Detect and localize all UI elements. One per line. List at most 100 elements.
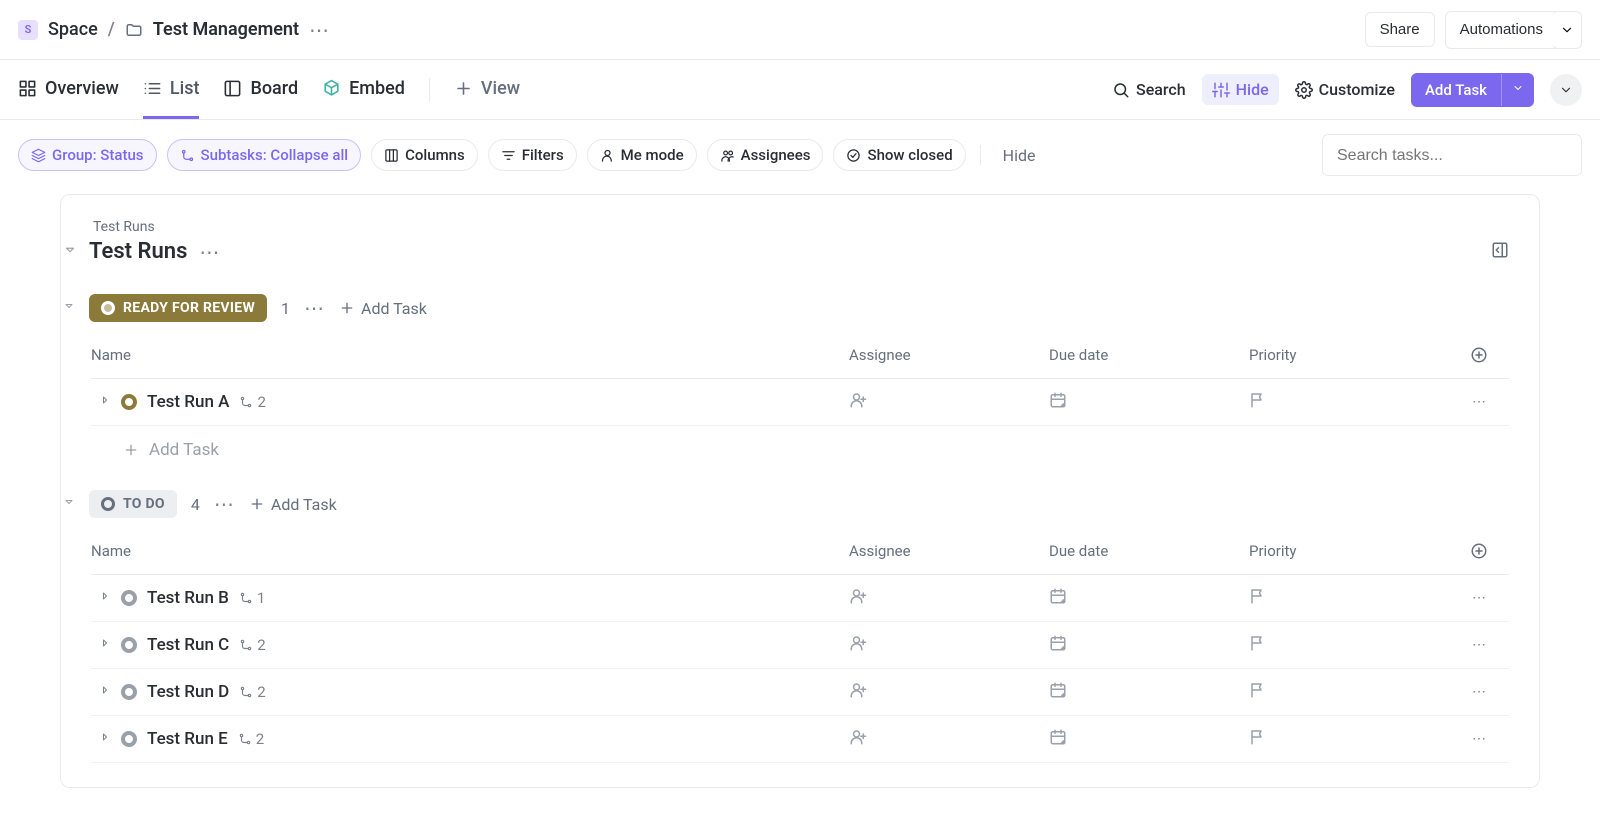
sliders-icon (1212, 81, 1230, 99)
task-expand-toggle[interactable] (99, 590, 111, 606)
assignee-cell[interactable] (849, 634, 1049, 656)
task-status-dot[interactable] (121, 731, 137, 747)
due-date-cell[interactable] (1049, 681, 1249, 703)
col-assignee[interactable]: Assignee (849, 542, 1049, 564)
col-due[interactable]: Due date (1049, 346, 1249, 368)
group-collapse-toggle[interactable] (63, 496, 75, 512)
breadcrumb-folder[interactable]: Test Management (153, 19, 299, 40)
breadcrumb-separator: / (108, 19, 115, 40)
caret-down-icon (63, 243, 77, 257)
task-status-dot[interactable] (121, 590, 137, 606)
priority-cell[interactable] (1249, 728, 1449, 750)
filters-pill[interactable]: Filters (488, 139, 577, 171)
show-closed-pill[interactable]: Show closed (833, 139, 965, 171)
group-more-icon[interactable]: ⋯ (214, 492, 235, 516)
col-name[interactable]: Name (91, 346, 849, 368)
status-tag[interactable]: READY FOR REVIEW (89, 294, 267, 322)
due-date-cell[interactable] (1049, 728, 1249, 750)
task-more-icon[interactable]: ⋯ (1449, 590, 1509, 606)
inline-add-task[interactable]: Add Task (91, 426, 1509, 460)
task-status-dot[interactable] (121, 637, 137, 653)
task-status-dot[interactable] (121, 684, 137, 700)
subtask-count[interactable]: 2 (239, 683, 265, 701)
due-date-cell[interactable] (1049, 587, 1249, 609)
task-row[interactable]: Test Run E 2 ⋯ (91, 716, 1509, 763)
assignee-cell[interactable] (849, 587, 1049, 609)
col-priority[interactable]: Priority (1249, 542, 1449, 564)
assignee-cell[interactable] (849, 391, 1049, 413)
task-expand-toggle[interactable] (99, 637, 111, 653)
subtask-count[interactable]: 2 (239, 636, 265, 654)
panel-collapse-toggle[interactable] (63, 243, 77, 261)
subtasks-pill[interactable]: Subtasks: Collapse all (167, 139, 362, 171)
automations-dropdown[interactable] (1552, 11, 1582, 49)
assignees-pill[interactable]: Assignees (707, 139, 824, 171)
add-column-button[interactable] (1449, 542, 1509, 564)
search-action[interactable]: Search (1112, 80, 1186, 99)
priority-cell[interactable] (1249, 391, 1449, 413)
task-more-icon[interactable]: ⋯ (1449, 684, 1509, 700)
task-more-icon[interactable]: ⋯ (1449, 637, 1509, 653)
group-add-task[interactable]: Add Task (249, 495, 337, 514)
subtask-count[interactable]: 1 (239, 589, 265, 607)
task-status-dot[interactable] (121, 394, 137, 410)
task-title[interactable]: Test Run E (147, 729, 228, 749)
task-title[interactable]: Test Run C (147, 635, 229, 655)
task-title[interactable]: Test Run D (147, 682, 229, 702)
priority-cell[interactable] (1249, 681, 1449, 703)
task-expand-toggle[interactable] (99, 684, 111, 700)
task-row[interactable]: Test Run B 1 ⋯ (91, 575, 1509, 622)
search-tasks-field[interactable] (1337, 147, 1567, 165)
add-task-dropdown[interactable] (1501, 74, 1534, 106)
search-tasks-input[interactable] (1322, 134, 1582, 176)
task-row[interactable]: Test Run C 2 ⋯ (91, 622, 1509, 669)
priority-cell[interactable] (1249, 587, 1449, 609)
tab-overview[interactable]: Overview (18, 60, 119, 119)
collapse-panel-button[interactable] (1491, 241, 1509, 263)
subtask-count[interactable]: 2 (239, 393, 265, 411)
panel-breadcrumb[interactable]: Test Runs (93, 219, 1509, 235)
group-collapse-toggle[interactable] (63, 300, 75, 316)
task-expand-toggle[interactable] (99, 394, 111, 410)
group-pill[interactable]: Group: Status (18, 139, 157, 171)
col-due[interactable]: Due date (1049, 542, 1249, 564)
due-date-cell[interactable] (1049, 391, 1249, 413)
col-assignee[interactable]: Assignee (849, 346, 1049, 368)
status-tag[interactable]: TO DO (89, 490, 177, 518)
hide-action[interactable]: Hide (1202, 74, 1279, 105)
add-view-button[interactable]: View (454, 60, 520, 119)
task-expand-toggle[interactable] (99, 731, 111, 747)
customize-action[interactable]: Customize (1295, 80, 1395, 99)
add-task-button[interactable]: Add Task (1411, 73, 1534, 107)
subtask-count[interactable]: 2 (238, 730, 264, 748)
me-mode-pill[interactable]: Me mode (587, 139, 697, 171)
hide-filter-button[interactable]: Hide (995, 146, 1044, 165)
status-group: READY FOR REVIEW 1 ⋯ Add Task Name Assig… (91, 294, 1509, 460)
tab-list[interactable]: List (143, 60, 200, 119)
tab-embed[interactable]: Embed (322, 60, 405, 119)
panel-more-icon[interactable]: ⋯ (199, 240, 220, 264)
group-more-icon[interactable]: ⋯ (304, 296, 325, 320)
col-name[interactable]: Name (91, 542, 849, 564)
breadcrumb-more-icon[interactable]: ⋯ (309, 18, 330, 42)
task-row[interactable]: Test Run D 2 ⋯ (91, 669, 1509, 716)
due-date-cell[interactable] (1049, 634, 1249, 656)
automations-button[interactable]: Automations (1445, 11, 1558, 49)
tab-board[interactable]: Board (223, 60, 298, 119)
share-button[interactable]: Share (1365, 12, 1435, 47)
columns-pill[interactable]: Columns (371, 139, 478, 171)
more-round-button[interactable] (1550, 74, 1582, 106)
task-more-icon[interactable]: ⋯ (1449, 394, 1509, 410)
task-title[interactable]: Test Run A (147, 392, 229, 412)
space-badge[interactable]: S (18, 20, 38, 40)
task-row[interactable]: Test Run A 2 ⋯ (91, 379, 1509, 426)
group-add-task[interactable]: Add Task (339, 299, 427, 318)
task-title[interactable]: Test Run B (147, 588, 229, 608)
assignee-cell[interactable] (849, 728, 1049, 750)
assignee-cell[interactable] (849, 681, 1049, 703)
priority-cell[interactable] (1249, 634, 1449, 656)
breadcrumb-space[interactable]: Space (48, 19, 98, 40)
add-column-button[interactable] (1449, 346, 1509, 368)
col-priority[interactable]: Priority (1249, 346, 1449, 368)
task-more-icon[interactable]: ⋯ (1449, 731, 1509, 747)
